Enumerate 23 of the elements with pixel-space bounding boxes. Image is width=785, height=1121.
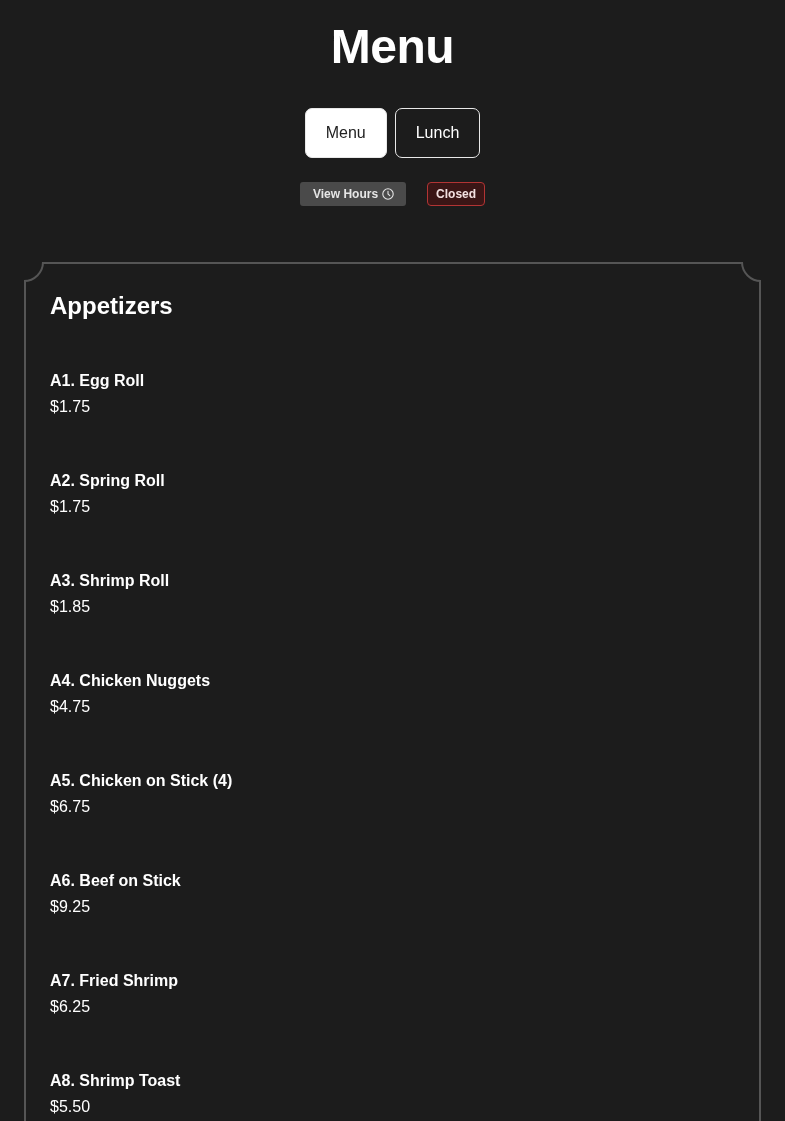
item-price: $4.75 [50,697,92,717]
item-price: $5.50 [50,1097,92,1117]
page-title: Menu [330,19,455,75]
item-name: A5. Chicken on Stick (4) [50,771,234,791]
item-price: $1.85 [50,597,92,617]
item-name: A1. Egg Roll [50,371,146,391]
status-badge: Closed [427,182,486,206]
item-name: A4. Chicken Nuggets [50,671,212,691]
item-name: A8. Shrimp Toast [50,1071,182,1091]
item-price: $6.25 [50,997,92,1017]
item-price: $9.25 [50,897,92,917]
clock-icon [382,188,395,200]
view-hours-button[interactable]: View Hours [299,182,407,206]
section-heading: Appetizers [50,291,174,320]
item-name: A7. Fried Shrimp [50,971,180,991]
item-price: $1.75 [50,397,92,417]
item-name: A6. Beef on Stick [50,871,182,891]
item-name: A2. Spring Roll [50,471,166,491]
item-name: A3. Shrimp Roll [50,571,171,591]
menu-tab[interactable]: Lunch [394,108,481,158]
item-price: $1.75 [50,497,92,517]
item-price: $6.75 [50,797,92,817]
menu-tab[interactable]: Menu [304,108,387,158]
